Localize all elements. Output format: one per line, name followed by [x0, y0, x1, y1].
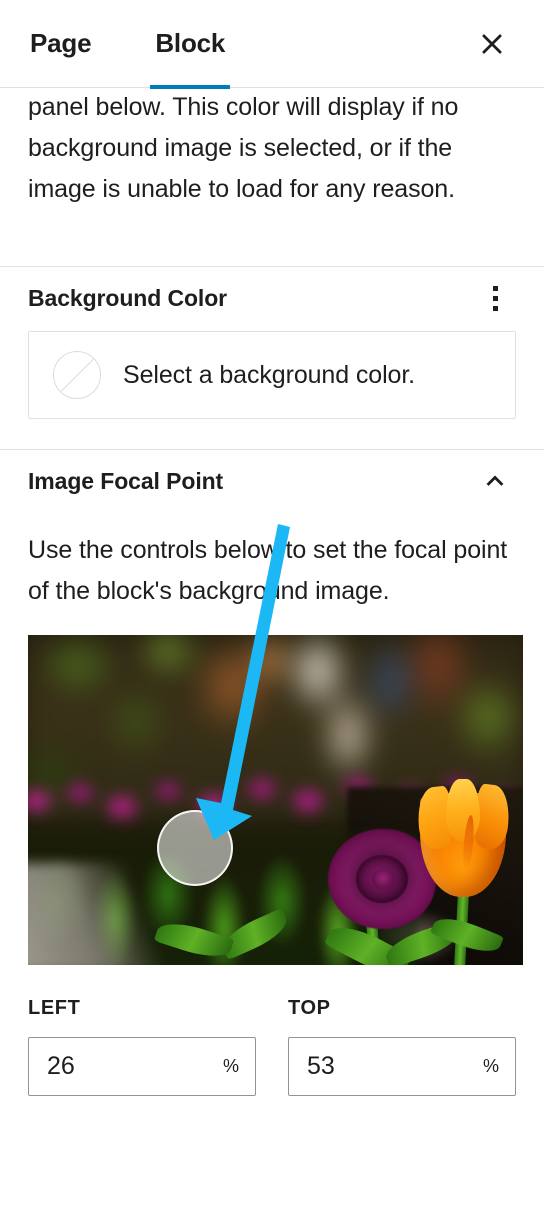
background-color-section: Background Color Select a background col… [0, 267, 544, 419]
focal-point-image-preview[interactable] [28, 635, 523, 965]
image-focal-point-title: Image Focal Point [28, 467, 224, 494]
background-color-title: Background Color [28, 284, 228, 311]
background-color-intro-text: panel below. This color will display if … [28, 93, 459, 203]
settings-tabs: Page Block [30, 0, 230, 89]
kebab-dot [492, 285, 498, 291]
focal-point-left-input[interactable] [29, 1038, 255, 1095]
image-focal-point-header[interactable]: Image Focal Point [28, 450, 516, 512]
photo-walkway [28, 863, 166, 965]
select-background-color-label: Select a background color. [123, 360, 416, 389]
focal-point-top-label: TOP [288, 997, 331, 1019]
tab-page-label: Page [30, 28, 92, 58]
background-color-options-kebab-icon[interactable] [474, 277, 516, 319]
tab-page[interactable]: Page [30, 0, 92, 87]
background-color-header: Background Color [28, 267, 516, 329]
settings-panel-header: Page Block [0, 0, 544, 89]
select-background-color-button[interactable]: Select a background color. [28, 331, 516, 419]
tab-block-label: Block [155, 28, 226, 58]
close-settings-button[interactable] [466, 18, 518, 70]
chevron-up-icon[interactable] [474, 460, 516, 502]
focal-point-left-label: LEFT [28, 997, 81, 1019]
image-focal-point-description: Use the controls below to set the focal … [28, 536, 508, 605]
kebab-dot [492, 295, 498, 301]
tulip-petal [446, 779, 480, 841]
focal-point-left-control: LEFT % [28, 997, 256, 1096]
panel-scroll-body[interactable]: panel below. This color will display if … [0, 0, 544, 1212]
block-settings-panel: panel below. This color will display if … [0, 0, 544, 1212]
tab-block[interactable]: Block [150, 0, 230, 89]
kebab-dot [492, 305, 498, 311]
focal-point-top-field[interactable]: % [288, 1037, 516, 1096]
focal-point-left-field[interactable]: % [28, 1037, 256, 1096]
no-color-swatch-icon [53, 351, 101, 399]
close-icon [482, 34, 502, 53]
image-focal-point-section: Image Focal Point Use the controls below… [0, 450, 544, 1096]
focal-point-controls: LEFT % TOP % [28, 997, 516, 1096]
focal-point-top-control: TOP % [288, 997, 516, 1096]
background-image-photo [28, 635, 523, 965]
focal-point-top-input[interactable] [289, 1038, 515, 1095]
focal-point-handle[interactable] [157, 810, 233, 886]
